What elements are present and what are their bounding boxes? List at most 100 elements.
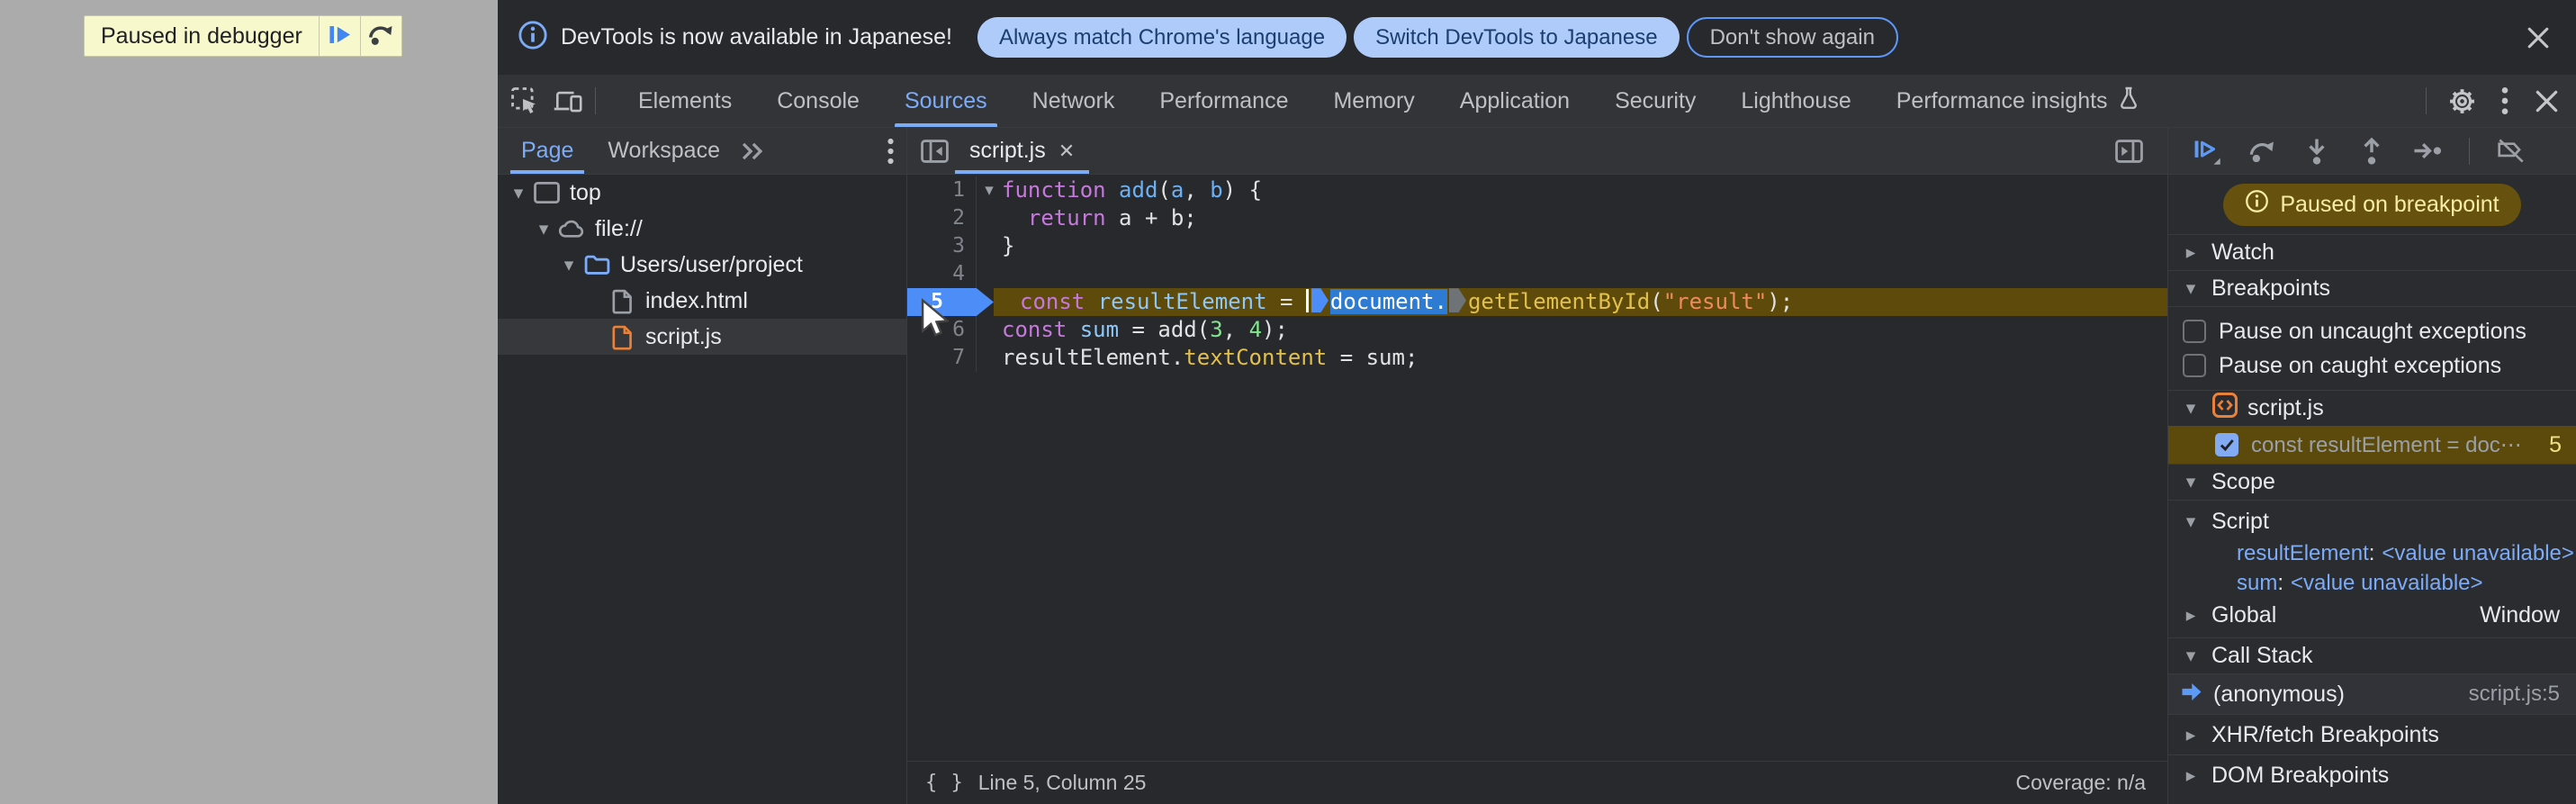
step-over-icon[interactable]	[2247, 137, 2276, 166]
section-xhr-breakpoints[interactable]: ▸ XHR/fetch Breakpoints	[2168, 714, 2576, 754]
breakpoint-file-group[interactable]: ▾ script.js	[2168, 390, 2576, 426]
code-editor[interactable]: 1 ▾ function add(a, b) {2 return a + b; 3} 4…	[907, 175, 2167, 761]
tab-workspace[interactable]: Workspace	[597, 128, 731, 174]
inline-breakpoint-icon[interactable]	[1448, 288, 1466, 313]
section-watch[interactable]: ▸ Watch	[2168, 234, 2576, 270]
device-toolbar-icon[interactable]	[553, 88, 582, 114]
resume-icon	[328, 23, 352, 50]
fold-arrow-icon[interactable]: ▾	[977, 176, 1002, 204]
chevron-down-icon[interactable]: ▾	[557, 256, 581, 275]
settings-gear-icon[interactable]	[2448, 87, 2476, 115]
more-tabs-icon[interactable]	[740, 141, 764, 161]
line-number[interactable]: 2	[907, 204, 976, 232]
code-text: const resultElement = document. getElemen…	[1020, 288, 1793, 317]
step-out-icon[interactable]	[2357, 137, 2386, 166]
navigator-more-options-icon[interactable]	[887, 138, 894, 165]
debugger-toolbar	[2168, 128, 2576, 175]
step-icon[interactable]	[2412, 140, 2443, 162]
tab-console[interactable]: Console	[754, 75, 882, 127]
tab-close-icon[interactable]: ✕	[1058, 140, 1075, 163]
devtools-window: DevTools is now available in Japanese! A…	[498, 0, 2576, 804]
line-number[interactable]: 4	[907, 260, 976, 288]
pause-uncaught-checkbox[interactable]	[2183, 320, 2206, 343]
overlay-resume-button[interactable]	[318, 16, 360, 56]
tab-memory[interactable]: Memory	[1311, 75, 1437, 127]
more-options-icon[interactable]	[2501, 86, 2508, 115]
chevron-right-icon: ▸	[2185, 764, 2196, 786]
code-line-2: 2 return a + b;	[907, 204, 2167, 232]
section-call-stack[interactable]: ▾ Call Stack	[2168, 637, 2576, 673]
pause-caught-row[interactable]: Pause on caught exceptions	[2168, 348, 2576, 383]
frame-icon	[530, 181, 563, 204]
tree-item-index-html[interactable]: index.html	[498, 283, 906, 319]
info-icon	[518, 20, 548, 55]
tab-application[interactable]: Application	[1437, 75, 1592, 127]
active-frame-arrow-icon	[2181, 682, 2202, 708]
tab-elements[interactable]: Elements	[616, 75, 754, 127]
step-into-icon[interactable]	[2302, 137, 2331, 166]
chevron-down-icon[interactable]: ▾	[507, 184, 530, 203]
chevron-right-icon: ▸	[2185, 242, 2196, 263]
info-icon	[2245, 189, 2269, 220]
section-scope[interactable]: ▾ Scope	[2168, 464, 2576, 500]
editor-tab-scriptjs[interactable]: script.js ✕	[955, 128, 1090, 174]
scope-variable[interactable]: sum: <value unavailable>	[2168, 568, 2576, 598]
breakpoint-checkbox[interactable]	[2215, 433, 2238, 456]
scope-group-script[interactable]: ▾ Script	[2168, 504, 2576, 538]
close-devtools-icon[interactable]	[2534, 88, 2560, 114]
code-line-content: ▾ function add(a, b) {	[976, 176, 2167, 204]
line-number[interactable]: 1	[907, 176, 976, 204]
line-number[interactable]: 7	[907, 344, 976, 372]
pretty-print-icon[interactable]: { }	[925, 772, 964, 794]
line-number[interactable]: 6	[907, 316, 976, 344]
token-prop: getElementById	[1467, 288, 1651, 314]
tab-performance[interactable]: Performance	[1137, 75, 1311, 127]
pause-uncaught-row[interactable]: Pause on uncaught exceptions	[2168, 314, 2576, 348]
execution-line-badge[interactable]: 5	[907, 288, 994, 316]
don-t-show-again-button[interactable]: Don't show again	[1686, 17, 1898, 58]
tree-item-file[interactable]: ▾ file://	[498, 211, 906, 247]
coverage-label: Coverage: n/a	[2015, 771, 2146, 794]
token-num: 4	[1248, 317, 1263, 342]
script-file-icon	[2211, 392, 2238, 425]
tab-security[interactable]: Security	[1592, 75, 1718, 127]
resume-script-icon[interactable]	[2192, 136, 2221, 166]
tab-performance-insights[interactable]: Performance insights	[1874, 75, 2163, 127]
call-stack-frame[interactable]: (anonymous) script.js:5	[2168, 673, 2576, 714]
line-number[interactable]: 3	[907, 232, 976, 260]
switch-devtools-to-japanese-button[interactable]: Switch DevTools to Japanese	[1354, 17, 1680, 58]
scope-variable[interactable]: resultElement: <value unavailable>	[2168, 538, 2576, 568]
pause-caught-label: Pause on caught exceptions	[2219, 352, 2502, 378]
infobar-close-icon[interactable]	[2526, 25, 2551, 50]
section-breakpoints[interactable]: ▾ Breakpoints	[2168, 270, 2576, 306]
chevron-down-icon: ▾	[2185, 398, 2196, 419]
step-over-icon	[367, 23, 394, 50]
token-def: add	[1119, 177, 1158, 203]
navigator-header: Page Workspace	[498, 128, 906, 175]
chevron-down-icon[interactable]: ▾	[532, 220, 555, 239]
toggle-debugger-sidebar-icon[interactable]	[2114, 139, 2144, 164]
tab-sources[interactable]: Sources	[882, 75, 1010, 127]
tab-network[interactable]: Network	[1010, 75, 1138, 127]
tree-item-users-user-project[interactable]: ▾ Users/user/project	[498, 247, 906, 283]
token-var: resultElement	[1097, 288, 1267, 314]
tree-item-script-js[interactable]: script.js	[498, 319, 906, 355]
tab-page[interactable]: Page	[510, 128, 585, 174]
tree-item-top[interactable]: ▾ top	[498, 175, 906, 211]
infobar-buttons: Always match Chrome's language Switch Dev…	[970, 17, 1898, 58]
dom-breakpoints-label: DOM Breakpoints	[2211, 762, 2390, 788]
tab-lighthouse[interactable]: Lighthouse	[1718, 75, 1873, 127]
tab-page-label: Page	[521, 138, 574, 163]
toggle-navigator-panel-icon[interactable]	[920, 139, 950, 164]
scope-group-global[interactable]: ▸ Global Window	[2168, 598, 2576, 632]
inspect-element-icon[interactable]	[510, 86, 540, 116]
token-kw: const	[1002, 317, 1067, 342]
inline-breakpoint-active-icon[interactable]	[1311, 288, 1329, 313]
overlay-step-over-button[interactable]	[359, 16, 401, 56]
editor-status-bar: { } Line 5, Column 25 Coverage: n/a	[907, 761, 2167, 804]
deactivate-breakpoints-icon[interactable]	[2496, 138, 2526, 164]
pause-caught-checkbox[interactable]	[2183, 354, 2206, 377]
always-match-chrome-s-language-button[interactable]: Always match Chrome's language	[977, 17, 1347, 58]
section-dom-breakpoints[interactable]: ▸ DOM Breakpoints	[2168, 754, 2576, 795]
breakpoint-entry[interactable]: const resultElement = doc⋯ 5	[2168, 426, 2576, 464]
